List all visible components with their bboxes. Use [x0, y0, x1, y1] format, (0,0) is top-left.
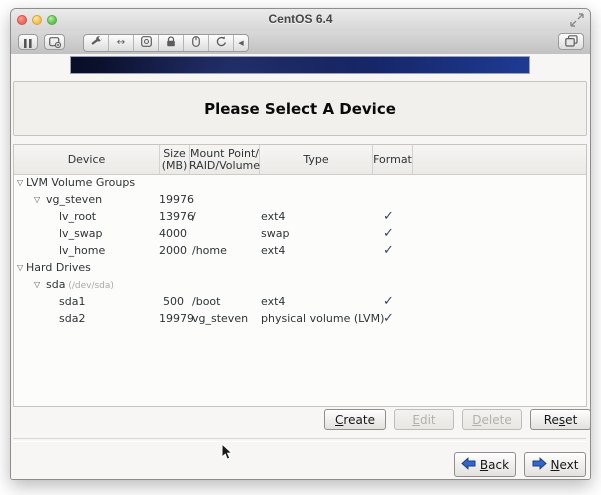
table-row[interactable]: ▽vg_steven19976: [14, 191, 586, 208]
resize-arrows-icon: ↔: [117, 38, 125, 48]
device-name: sda2: [14, 310, 85, 327]
size-cell: 19976: [159, 191, 188, 208]
snapshot-button[interactable]: [44, 34, 65, 50]
column-header-type[interactable]: Type: [260, 145, 373, 174]
next-button[interactable]: Next: [524, 452, 586, 477]
title-panel: Please Select A Device: [13, 81, 587, 136]
pause-button[interactable]: [18, 34, 38, 50]
format-check-icon: ✓: [369, 310, 408, 327]
format-check-icon: ✓: [369, 293, 408, 310]
lock-button[interactable]: [159, 35, 184, 51]
device-name: lv_home: [14, 242, 105, 259]
column-header-format[interactable]: Format: [373, 145, 413, 174]
mount-cell: vg_steven: [188, 310, 257, 327]
edit-button[interactable]: Edit: [394, 409, 454, 430]
snapshot-icon: [49, 33, 61, 52]
window-title: CentOS 6.4: [11, 12, 590, 26]
type-cell: physical volume (LVM): [257, 310, 369, 327]
mouse-button[interactable]: [184, 35, 209, 51]
type-cell: ext4: [257, 208, 369, 225]
fullscreen-icon[interactable]: [569, 12, 585, 28]
next-arrow-icon: [532, 457, 547, 473]
windows-icon: [565, 32, 578, 51]
table-row[interactable]: lv_swap 4000 swap✓: [14, 225, 586, 242]
sync-button[interactable]: [209, 35, 234, 51]
next-label: Next: [551, 458, 579, 472]
table-row[interactable]: ▽sda (/dev/sda): [14, 276, 586, 293]
device-name: LVM Volume Groups: [14, 174, 135, 191]
table-row[interactable]: lv_home 2000/homeext4✓: [14, 242, 586, 259]
reset-button[interactable]: Reset: [530, 409, 590, 430]
device-table: Device Size (MB) Mount Point/ RAID/Volum…: [13, 144, 587, 407]
device-name: lv_root: [14, 208, 96, 225]
resize-button[interactable]: ↔: [109, 35, 134, 51]
display-mode-button[interactable]: [558, 33, 584, 50]
titlebar[interactable]: CentOS 6.4: [11, 9, 590, 32]
mount-cell: /boot: [188, 293, 257, 310]
format-check-icon: ✓: [369, 242, 408, 259]
wrench-icon: [91, 36, 102, 50]
device-name: lv_swap: [14, 225, 103, 242]
format-check-icon: ✓: [369, 225, 408, 242]
back-button[interactable]: Back: [454, 452, 516, 477]
type-cell: ext4: [257, 242, 369, 259]
size-cell: 4000: [159, 225, 188, 242]
device-name: sda1: [14, 293, 85, 310]
disk-icon: [141, 36, 152, 50]
column-header-filler: [413, 145, 586, 174]
type-cell: ext4: [257, 293, 369, 310]
vm-controls-segmented: ↔ ◀: [83, 34, 249, 52]
size-cell: 19979: [159, 310, 188, 327]
device-name: Hard Drives: [14, 259, 91, 276]
mount-cell: /home: [188, 242, 257, 259]
column-header-device[interactable]: Device: [14, 145, 160, 174]
vm-toolbar: ↔ ◀: [11, 31, 590, 55]
table-row[interactable]: sda2 19979vg_stevenphysical volume (LVM)✓: [14, 310, 586, 327]
table-row[interactable]: ▽Hard Drives: [14, 259, 586, 276]
installer-banner: [70, 56, 530, 74]
settings-button[interactable]: [84, 35, 109, 51]
collapse-toolbar-button[interactable]: ◀: [234, 35, 248, 51]
size-cell: 13976: [159, 208, 188, 225]
column-header-mount[interactable]: Mount Point/ RAID/Volume: [190, 145, 260, 174]
size-cell: 2000: [159, 242, 188, 259]
table-row[interactable]: ▽LVM Volume Groups: [14, 174, 586, 191]
pause-icon: [24, 33, 32, 52]
back-arrow-icon: [461, 457, 476, 473]
table-header: Device Size (MB) Mount Point/ RAID/Volum…: [14, 145, 586, 175]
lock-icon: [166, 36, 176, 50]
page-title: Please Select A Device: [204, 100, 396, 118]
type-cell: swap: [257, 225, 369, 242]
mouse-icon: [192, 36, 200, 50]
device-name: vg_steven: [14, 191, 102, 208]
mount-cell: /: [188, 208, 257, 225]
disk-button[interactable]: [134, 35, 159, 51]
installer-screen: Please Select A Device Device Size (MB) …: [11, 54, 590, 479]
create-button[interactable]: Create: [324, 409, 386, 430]
format-check-icon: ✓: [369, 208, 408, 225]
table-row[interactable]: lv_root 13976/ext4✓: [14, 208, 586, 225]
footer-separator: [13, 438, 586, 442]
vm-window: CentOS 6.4: [10, 8, 591, 480]
sync-icon: [216, 36, 227, 50]
collapse-left-icon: ◀: [238, 40, 243, 47]
size-cell: 500: [159, 293, 188, 310]
device-path-note: (/dev/sda): [65, 281, 113, 291]
delete-button[interactable]: Delete: [462, 409, 522, 430]
table-row[interactable]: sda1 500/bootext4✓: [14, 293, 586, 310]
device-tree-rows: ▽LVM Volume Groups▽vg_steven19976lv_root…: [14, 174, 586, 406]
column-header-size[interactable]: Size (MB): [160, 145, 190, 174]
back-label: Back: [480, 458, 509, 472]
